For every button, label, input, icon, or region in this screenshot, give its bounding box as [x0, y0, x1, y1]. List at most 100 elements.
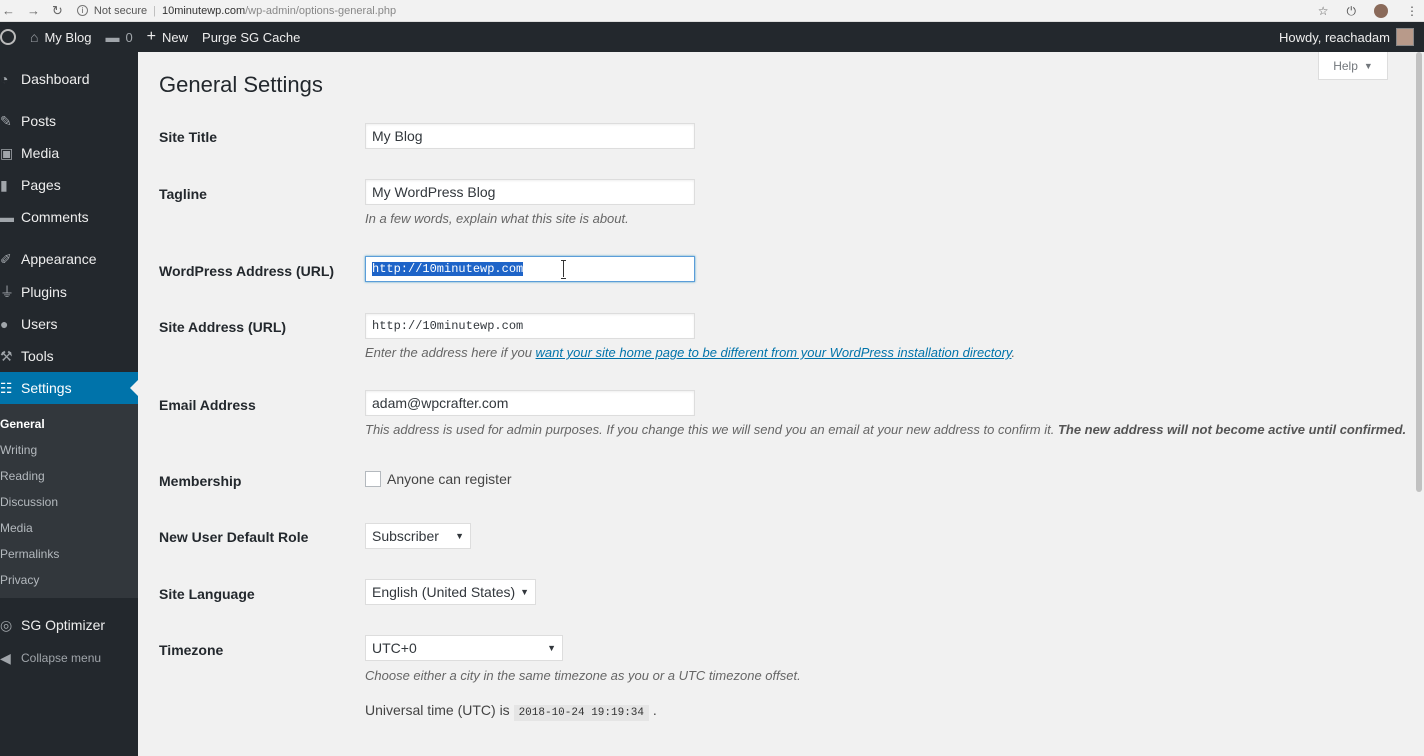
reload-icon[interactable]: ↻	[52, 3, 63, 19]
anyone-can-register-label[interactable]: Anyone can register	[387, 471, 512, 487]
plug-icon: ⏚	[0, 284, 14, 300]
help-label: Help	[1333, 58, 1358, 73]
submenu-item-reading[interactable]: Reading	[0, 466, 138, 486]
wrench-icon: ⚒	[0, 347, 13, 364]
submenu-item-writing[interactable]: Writing	[0, 440, 138, 460]
menu-dots-icon[interactable]: ⋮	[1406, 4, 1418, 18]
wp-address-input[interactable]: http://10minutewp.com	[365, 256, 695, 282]
sg-optimizer-icon: ◎	[0, 616, 13, 633]
submenu-item-general[interactable]: General	[0, 414, 138, 434]
sidebar-item-posts[interactable]: ✎ Posts	[0, 105, 138, 137]
timezone-select[interactable]: UTC+0 ▼	[365, 635, 563, 661]
new-item[interactable]: + New	[140, 22, 195, 52]
collapse-menu-label: Collapse menu	[21, 651, 102, 665]
email-input[interactable]: adam@wpcrafter.com	[365, 390, 695, 416]
sidebar-item-label: Comments	[21, 209, 89, 225]
scrollbar-thumb[interactable]	[1416, 52, 1422, 492]
dashboard-icon: ◔	[0, 71, 9, 87]
wp-logo-item[interactable]	[0, 22, 23, 52]
page-scrollbar[interactable]	[1414, 52, 1424, 756]
sidebar-item-pages[interactable]: ▮ Pages	[0, 169, 138, 201]
sidebar-item-label: SG Optimizer	[21, 617, 106, 633]
info-icon[interactable]: i	[76, 5, 88, 16]
security-label: Not secure	[93, 4, 148, 17]
utc-end: .	[649, 702, 657, 718]
browser-actions: ☆ ⏻ ⋮	[1318, 0, 1424, 22]
site-language-select[interactable]: English (United States) ▼	[365, 579, 536, 605]
admin-sidebar: ◔ Dashboard ✎ Posts ▣ Media ▮ Pages ▬ Co…	[0, 52, 138, 756]
submenu-item-permalinks[interactable]: Permalinks	[0, 544, 138, 564]
sidebar-item-plugins[interactable]: ⏚ Plugins	[0, 276, 138, 308]
main-content: Help ▼ General Settings Site Title My Bl…	[138, 52, 1424, 756]
sidebar-item-label: Tools	[21, 348, 54, 364]
utc-label: Universal time (UTC) is	[365, 702, 514, 718]
comments-item[interactable]: ▬ 0	[98, 22, 139, 52]
account-menu[interactable]: Howdy, reachadam	[1279, 22, 1414, 52]
comment-icon: ▬	[0, 209, 14, 225]
star-icon[interactable]: ☆	[1318, 4, 1329, 18]
purge-label: Purge SG Cache	[202, 29, 301, 45]
sidebar-item-settings[interactable]: ☷ Settings	[0, 372, 138, 404]
sidebar-item-sg-optimizer[interactable]: ◎ SG Optimizer	[0, 609, 138, 641]
sidebar-item-label: Plugins	[21, 284, 67, 300]
email-desc-text: This address is used for admin purposes.…	[365, 422, 1058, 437]
default-role-label: New User Default Role	[159, 529, 309, 545]
pin-icon: ✎	[0, 112, 12, 129]
membership-label: Membership	[159, 473, 242, 489]
help-button[interactable]: Help ▼	[1318, 52, 1388, 80]
purge-cache-item[interactable]: Purge SG Cache	[195, 22, 307, 52]
sidebar-item-media[interactable]: ▣ Media	[0, 137, 138, 169]
site-address-label: Site Address (URL)	[159, 319, 287, 335]
plus-icon: +	[146, 28, 157, 45]
site-title-label: Site Title	[159, 129, 218, 145]
admin-bar: ⌂ My Blog ▬ 0 + New Purge SG Cache Howdy…	[0, 22, 1424, 52]
sidebar-item-label: Dashboard	[21, 71, 90, 87]
browser-toolbar: ← → ↻ i Not secure | 10minutewp.com/wp-a…	[0, 0, 1424, 22]
timezone-description: Choose either a city in the same timezon…	[365, 668, 801, 683]
profile-icon[interactable]	[1374, 4, 1388, 18]
tagline-description: In a few words, explain what this site i…	[365, 211, 629, 226]
sidebar-item-label: Appearance	[21, 251, 97, 267]
sidebar-item-comments[interactable]: ▬ Comments	[0, 201, 138, 233]
dropdown-arrow-icon: ▼	[520, 587, 529, 597]
divider: |	[153, 4, 156, 17]
site-address-input[interactable]: http://10minutewp.com	[365, 313, 695, 339]
site-name-item[interactable]: ⌂ My Blog	[23, 22, 98, 52]
address-bar[interactable]: i Not secure | 10minutewp.com/wp-admin/o…	[76, 4, 396, 17]
sidebar-item-label: Posts	[21, 113, 57, 129]
submenu-item-discussion[interactable]: Discussion	[0, 492, 138, 512]
comments-count: 0	[125, 29, 133, 45]
site-title-input[interactable]: My Blog	[365, 123, 695, 149]
power-icon[interactable]: ⏻	[1347, 4, 1357, 19]
site-address-help-link[interactable]: want your site home page to be different…	[536, 345, 1012, 360]
tagline-label: Tagline	[159, 186, 207, 202]
anyone-can-register-checkbox[interactable]	[365, 471, 381, 487]
sidebar-item-dashboard[interactable]: ◔ Dashboard	[0, 63, 138, 95]
email-label: Email Address	[159, 397, 256, 413]
default-role-select[interactable]: Subscriber ▼	[365, 523, 471, 549]
default-role-value: Subscriber	[372, 528, 439, 544]
utc-time-line: Universal time (UTC) is 2018-10-24 19:19…	[365, 702, 657, 721]
forward-arrow-icon[interactable]: →	[27, 3, 40, 18]
utc-time-value: 2018-10-24 19:19:34	[513, 705, 649, 721]
wp-address-label: WordPress Address (URL)	[159, 263, 335, 279]
submenu-item-privacy[interactable]: Privacy	[0, 570, 138, 590]
sidebar-item-users[interactable]: ● Users	[0, 308, 138, 340]
email-description: This address is used for admin purposes.…	[365, 422, 1406, 437]
tagline-input[interactable]: My WordPress Blog	[365, 179, 695, 205]
sidebar-item-label: Pages	[21, 177, 61, 193]
text-cursor-icon	[561, 260, 566, 279]
site-language-label: Site Language	[159, 586, 255, 602]
timezone-value: UTC+0	[372, 640, 417, 656]
avatar	[1396, 28, 1414, 46]
submenu-item-media[interactable]: Media	[0, 518, 138, 538]
back-arrow-icon[interactable]: ←	[2, 3, 15, 18]
wordpress-logo-icon	[0, 29, 16, 45]
email-desc-bold: The new address will not become active u…	[1057, 422, 1407, 437]
sidebar-item-appearance[interactable]: ✐ Appearance	[0, 243, 138, 275]
collapse-menu-button[interactable]: ◀ Collapse menu	[0, 642, 138, 674]
sidebar-item-tools[interactable]: ⚒ Tools	[0, 340, 138, 372]
caret-down-icon: ▼	[1363, 60, 1373, 71]
url-text[interactable]: 10minutewp.com/wp-admin/options-general.…	[162, 5, 396, 17]
url-host: 10minutewp.com	[161, 4, 246, 17]
